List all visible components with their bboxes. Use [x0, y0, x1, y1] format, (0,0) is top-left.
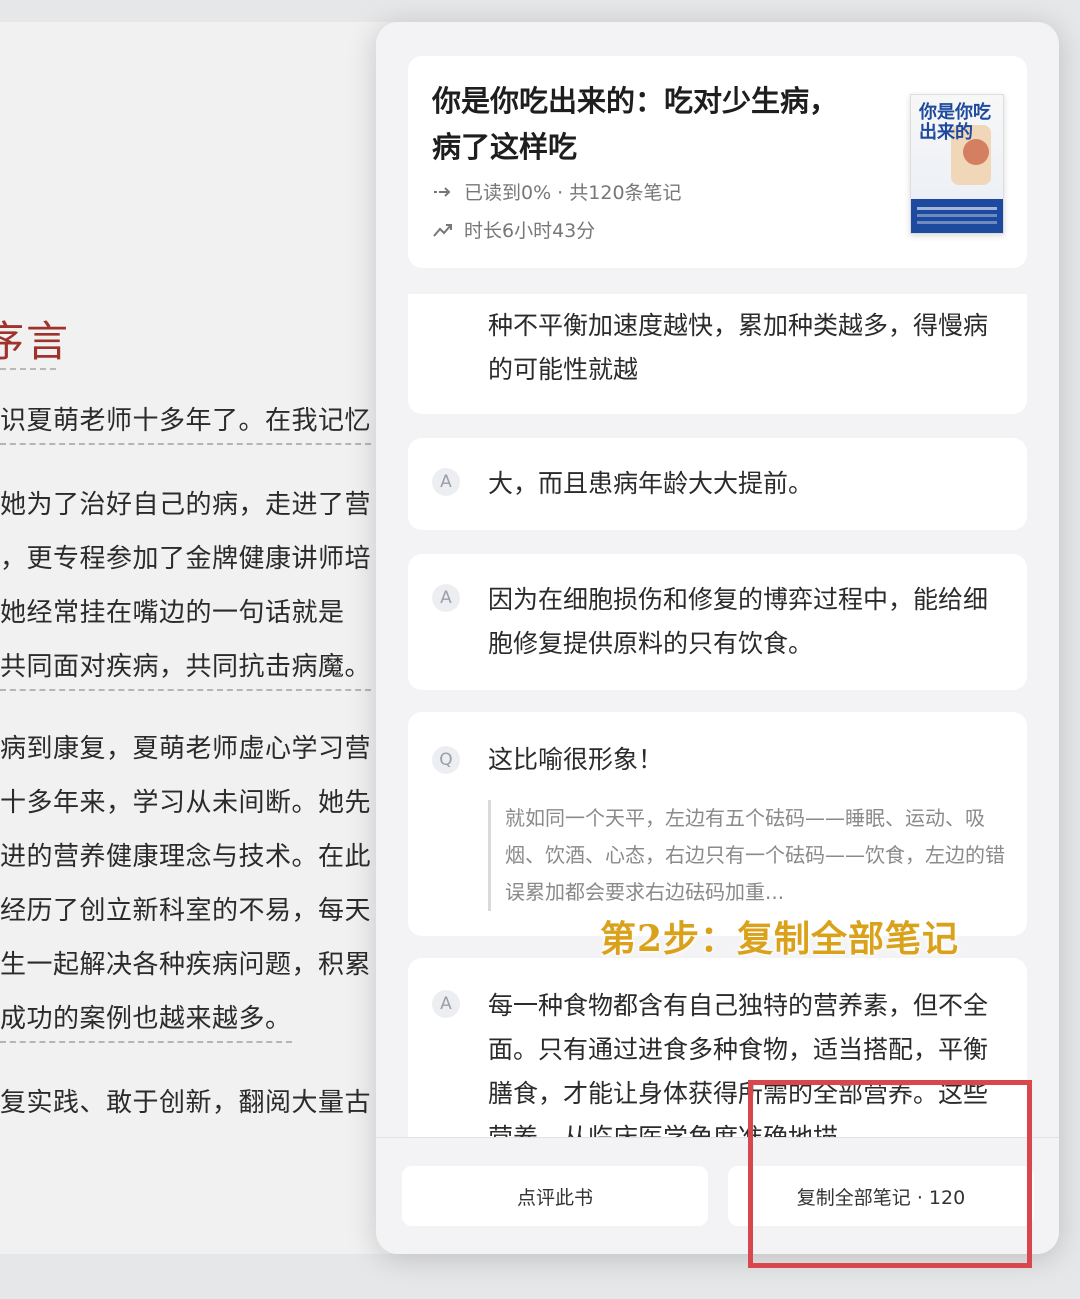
reader-line: 进的营养健康理念与技术。在此: [0, 842, 372, 872]
reader-line: 她经常挂在嘴边的一句话就是: [0, 598, 345, 628]
review-book-button[interactable]: 点评此书: [402, 1166, 708, 1226]
reading-progress: 已读到0% · 共120条笔记: [432, 178, 682, 205]
reader-line: 经历了创立新科室的不易，每天: [0, 896, 372, 926]
note-quote: 就如同一个天平，左边有五个砝码——睡眠、运动、吸烟、饮酒、心态，右边只有一个砝码…: [488, 800, 1005, 911]
note-text: 大，而且患病年龄大大提前。: [488, 469, 814, 498]
chapter-underline: [0, 368, 56, 370]
trend-up-icon: [433, 223, 452, 237]
reader-page: 序言 识夏萌老师十多年了。在我记忆 她为了治好自己的病，走进了营 ，更专程参加了…: [0, 22, 420, 1254]
cover-title: 你是你吃出来的: [919, 102, 991, 143]
arrow-right-icon: [434, 186, 451, 197]
reader-line: 成功的案例也越来越多。: [0, 998, 292, 1043]
reader-line: ，更专程参加了金牌健康讲师培: [0, 544, 372, 574]
note-item[interactable]: A 因为在细胞损伤和修复的博弈过程中，能给细胞修复提供原料的只有饮食。: [408, 554, 1027, 690]
duration-text: 时长6小时43分: [464, 220, 596, 242]
thought-note-icon: Q: [432, 746, 460, 774]
note-text: 这比喻很形象！: [488, 745, 664, 774]
reader-line: 生一起解决各种疾病问题，积累: [0, 950, 372, 980]
book-cover[interactable]: 你是你吃出来的: [910, 94, 1004, 234]
notes-panel: 你是你吃出来的：吃对少生病， 病了这样吃 已读到0% · 共120条笔记 时长6…: [376, 22, 1059, 1254]
chapter-title: 序言: [0, 317, 71, 366]
reader-line: 病到康复，夏萌老师虚心学习营: [0, 734, 372, 764]
reader-line: 她为了治好自己的病，走进了营: [0, 490, 372, 520]
underline-note-icon: A: [432, 990, 460, 1018]
underline-note-icon: A: [432, 584, 460, 612]
reading-duration: 时长6小时43分: [432, 216, 595, 243]
note-text: 种不平衡加速度越快，累加种类越多，得慢病的可能性就越: [488, 311, 989, 384]
step-annotation-label: 第2步：复制全部笔记: [600, 918, 960, 960]
book-title: 你是你吃出来的：吃对少生病， 病了这样吃: [432, 84, 839, 164]
note-item[interactable]: 种不平衡加速度越快，累加种类越多，得慢病的可能性就越: [408, 294, 1027, 414]
underline-note-icon: A: [432, 468, 460, 496]
reader-line: 复实践、敢于创新，翻阅大量古: [0, 1088, 372, 1118]
book-info-card[interactable]: 你是你吃出来的：吃对少生病， 病了这样吃 已读到0% · 共120条笔记 时长6…: [408, 56, 1027, 268]
reader-line: 十多年来，学习从未间断。她先: [0, 788, 372, 818]
progress-text: 已读到0% · 共120条笔记: [464, 182, 682, 204]
reader-line: 共同面对疾病，共同抗击病魔。: [0, 646, 372, 691]
reader-line: 识夏萌老师十多年了。在我记忆: [0, 400, 372, 445]
note-text: 因为在细胞损伤和修复的博弈过程中，能给细胞修复提供原料的只有饮食。: [488, 585, 989, 658]
note-item[interactable]: Q 这比喻很形象！ 就如同一个天平，左边有五个砝码——睡眠、运动、吸烟、饮酒、心…: [408, 712, 1027, 936]
note-item[interactable]: A 大，而且患病年龄大大提前。: [408, 438, 1027, 530]
highlight-box: [748, 1080, 1032, 1268]
